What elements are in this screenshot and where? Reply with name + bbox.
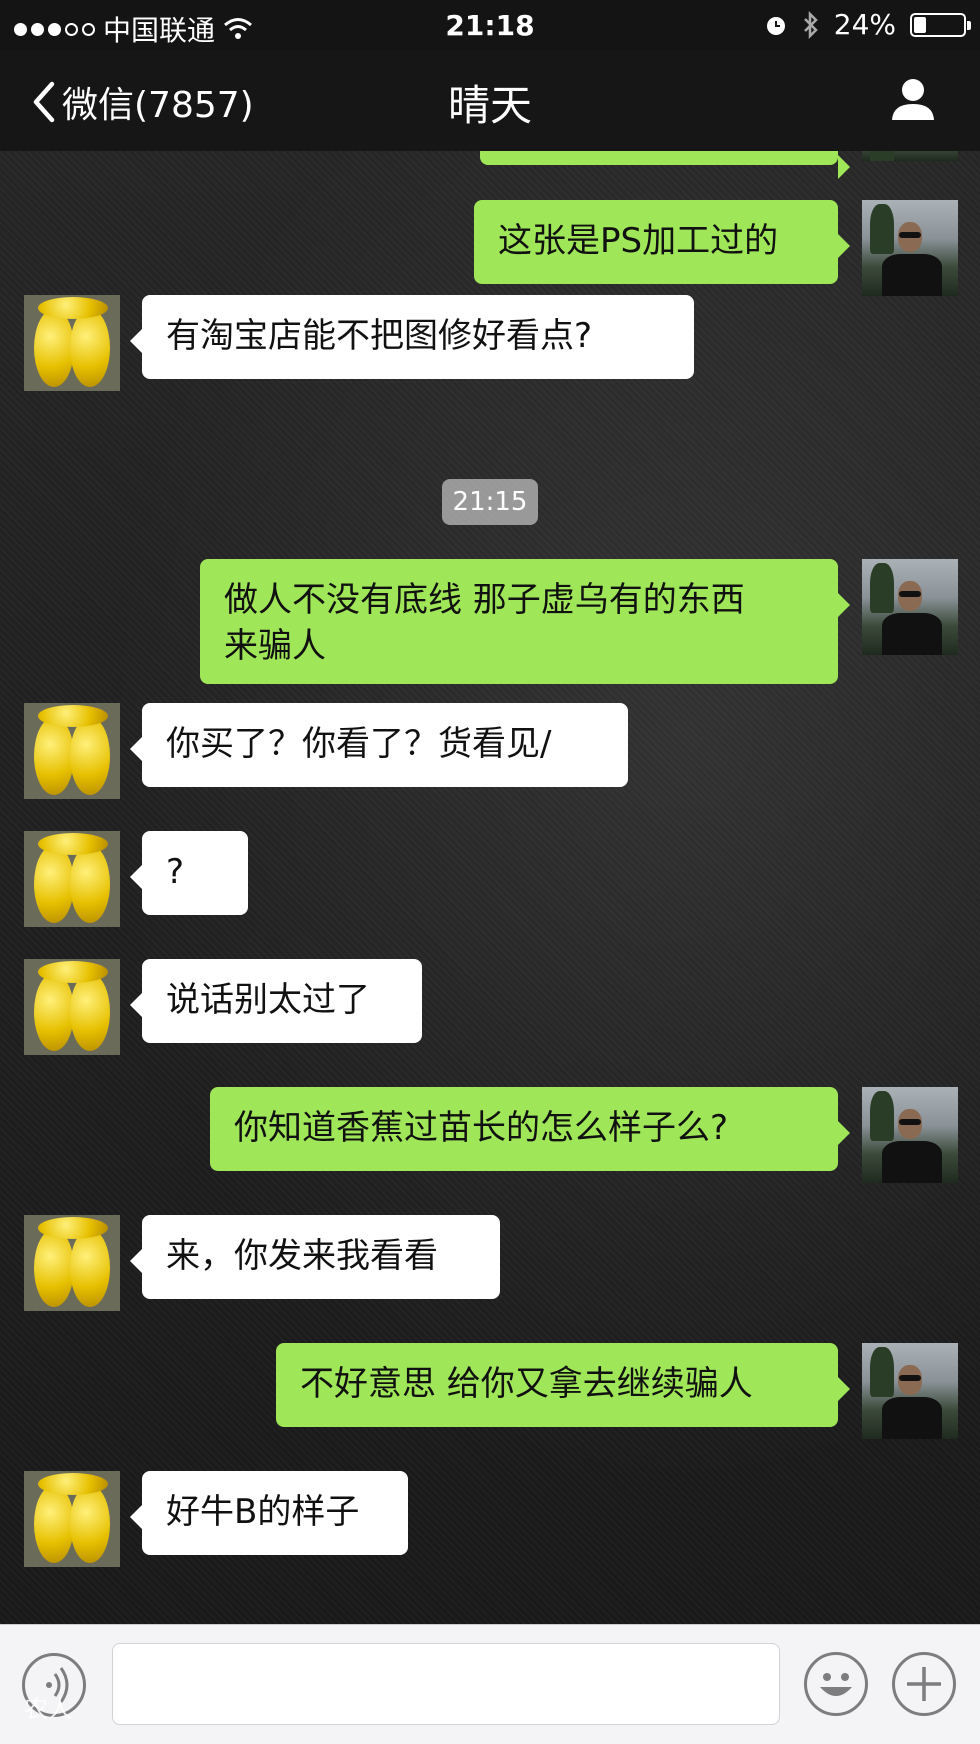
- message-text: ?: [166, 852, 185, 892]
- message-text: 来，你发来我看看: [166, 1236, 438, 1276]
- message-text-line1: 做人不没有底线 那子虚乌有的东西: [224, 580, 745, 620]
- contact-avatar[interactable]: [24, 831, 120, 927]
- own-avatar[interactable]: [862, 1343, 958, 1439]
- sent-message-bubble[interactable]: 做人不没有底线 那子虚乌有的东西 来骗人: [200, 559, 850, 684]
- chat-area[interactable]: 这张是PS加工过的 有淘宝店能不把图修好看点? 21:15 做人不没有底线 那子…: [0, 151, 980, 1624]
- message-text: 不好意思 给你又拿去继续骗人: [300, 1364, 753, 1404]
- more-button[interactable]: [892, 1652, 956, 1716]
- received-message-bubble[interactable]: 来，你发来我看看: [130, 1215, 500, 1299]
- received-message-bubble[interactable]: 有淘宝店能不把图修好看点?: [130, 295, 694, 379]
- battery-icon: [910, 12, 971, 37]
- plus-icon: [907, 1667, 941, 1701]
- emoji-button[interactable]: [804, 1652, 868, 1716]
- received-message-bubble[interactable]: 说话别太过了: [130, 959, 422, 1043]
- own-avatar[interactable]: [862, 1087, 958, 1183]
- contact-avatar[interactable]: [24, 959, 120, 1055]
- received-message-bubble[interactable]: 好牛B的样子: [130, 1471, 408, 1555]
- message-text: 这张是PS加工过的: [498, 221, 779, 261]
- own-avatar[interactable]: [862, 200, 958, 296]
- watermark-text: 农人: [24, 1695, 72, 1723]
- own-avatar[interactable]: [862, 559, 958, 655]
- contact-avatar[interactable]: [24, 295, 120, 391]
- chat-title: 晴天: [447, 81, 532, 130]
- person-icon[interactable]: [890, 76, 936, 122]
- message-text: 说话别太过了: [166, 980, 370, 1020]
- status-bar: 中国联通 21:18 24%: [0, 0, 980, 50]
- emoji-icon: [820, 1673, 852, 1696]
- own-avatar[interactable]: [862, 151, 958, 161]
- battery-percent: 24%: [833, 8, 896, 41]
- message-input[interactable]: [112, 1643, 780, 1725]
- message-text: 你知道香蕉过苗长的怎么样子么?: [234, 1108, 729, 1148]
- navigation-bar: 微信(7857) 晴天: [0, 50, 980, 151]
- input-bar: 农人: [0, 1624, 980, 1744]
- message-text-line2: 来骗人: [224, 626, 326, 666]
- sent-message-bubble[interactable]: 这张是PS加工过的: [474, 200, 850, 284]
- contact-avatar[interactable]: [24, 1471, 120, 1567]
- message-text: 好牛B的样子: [166, 1492, 360, 1532]
- sent-message-bubble[interactable]: 不好意思 给你又拿去继续骗人: [276, 1343, 850, 1427]
- received-message-bubble[interactable]: ?: [130, 831, 248, 915]
- partial-message-bubble[interactable]: [480, 151, 850, 179]
- status-right: 24%: [764, 8, 971, 41]
- message-text: 你买了？你看了？货看见/: [166, 724, 552, 764]
- received-message-bubble[interactable]: 你买了？你看了？货看见/: [130, 703, 628, 787]
- bluetooth-icon: [803, 10, 818, 39]
- contact-avatar[interactable]: [24, 1215, 120, 1311]
- sent-message-bubble[interactable]: 你知道香蕉过苗长的怎么样子么?: [210, 1087, 850, 1171]
- alarm-icon: [766, 16, 785, 35]
- contact-avatar[interactable]: [24, 703, 120, 799]
- chat-timestamp: 21:15: [442, 479, 538, 525]
- message-text: 有淘宝店能不把图修好看点?: [166, 316, 593, 356]
